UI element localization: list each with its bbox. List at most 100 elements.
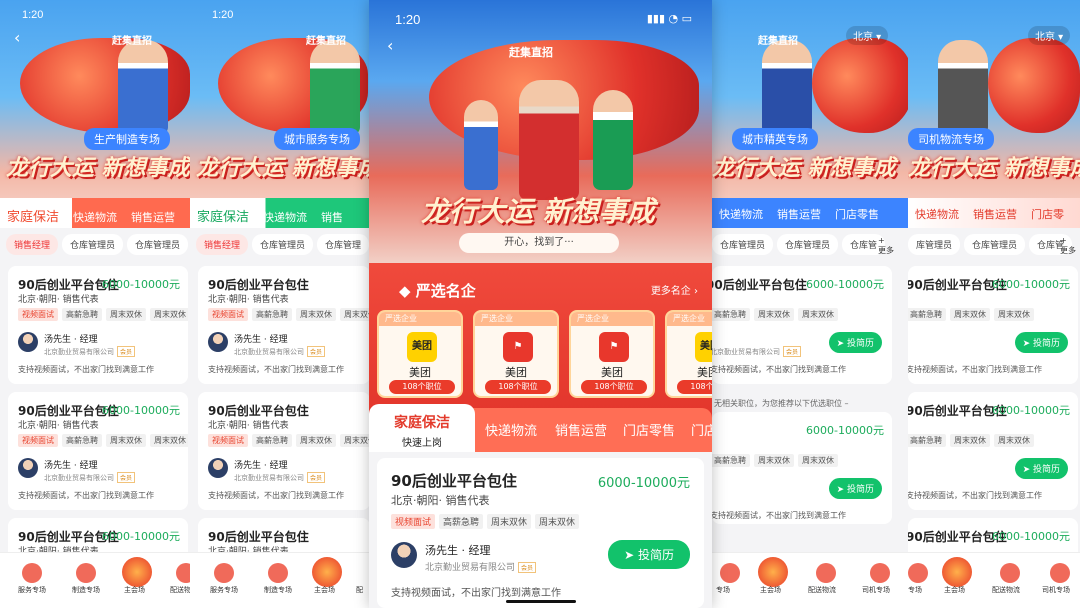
- tabbar-item[interactable]: 配送物流: [992, 585, 1020, 595]
- chip[interactable]: 仓库管理员: [712, 234, 774, 255]
- chip[interactable]: 仓库管理员: [252, 234, 314, 255]
- tab-housekeeping[interactable]: 家庭保洁: [0, 198, 67, 228]
- tab-express[interactable]: 快递物流: [66, 201, 124, 228]
- tabbar-item[interactable]: 专场: [716, 585, 730, 595]
- chip[interactable]: 仓库管理员: [127, 234, 189, 255]
- apply-button[interactable]: ➤ 投简历: [828, 332, 882, 353]
- chip[interactable]: 销售经理: [196, 234, 249, 255]
- more-companies-link[interactable]: 更多名企 ›: [651, 282, 698, 297]
- job-count: 108个职位: [389, 380, 455, 394]
- dragon-illustration: [988, 38, 1080, 133]
- tab-housekeeping[interactable]: 家庭保洁 快速上岗: [369, 404, 475, 452]
- tab-sales[interactable]: 销售运营: [770, 198, 828, 228]
- back-icon[interactable]: ‹: [387, 36, 393, 55]
- tabbar-item[interactable]: 配: [356, 585, 363, 595]
- tab-express[interactable]: 快递物流: [908, 198, 966, 228]
- tab-retail[interactable]: 门店零售: [828, 198, 886, 228]
- tab-retail[interactable]: 门店零售: [623, 420, 675, 439]
- back-icon[interactable]: ‹: [14, 28, 20, 47]
- vip-badge: 会员: [307, 346, 326, 357]
- company-card[interactable]: 严选企业 ⚑ 美团 108个职位: [473, 310, 559, 398]
- apply-button[interactable]: ➤ 投简历: [1014, 458, 1068, 479]
- job-salary: 6000-10000元: [992, 404, 1070, 417]
- tabbar-item[interactable]: 制造专场: [72, 585, 100, 595]
- tabbar-item[interactable]: 主会场: [760, 585, 781, 595]
- chip[interactable]: 仓库管理员: [62, 234, 124, 255]
- tabbar-item[interactable]: 主会场: [944, 585, 965, 595]
- job-card[interactable]: 90后创业平台包住 6000-10000元 高薪急聘 周末双休 周末双休 北京勤业贸易…: [712, 266, 892, 384]
- tab-store[interactable]: 门店: [691, 420, 712, 439]
- job-salary: 6000-10000元: [992, 530, 1070, 543]
- venue-icon: [720, 563, 740, 583]
- chip[interactable]: 仓库管理员: [964, 234, 1026, 255]
- tabbar-item[interactable]: 配送物流: [808, 585, 836, 595]
- slogan: 龙行大运 新想事成: [196, 155, 370, 181]
- tab-sales[interactable]: 销售运营: [966, 198, 1024, 228]
- more-filter-button[interactable]: + 更多: [878, 236, 894, 256]
- job-card[interactable]: 90后创业平台包住 6000-10000元 北京·朝阳· 销售代表 视频面试 高薪急…: [8, 266, 188, 384]
- apply-button[interactable]: ➤ 投简历: [828, 478, 882, 499]
- avatar: [208, 332, 228, 352]
- tabbar-item[interactable]: 服务专场: [18, 585, 46, 595]
- chip[interactable]: 库管理员: [908, 234, 961, 255]
- tabbar-item[interactable]: 主会场: [314, 585, 335, 595]
- tab-express[interactable]: 快递物流: [712, 198, 770, 228]
- tag: 周末双休: [994, 308, 1034, 321]
- company-card[interactable]: 严选企业 美团 美团 108个职位: [377, 310, 463, 398]
- tag: 高薪急聘: [439, 514, 484, 529]
- tabbar-item[interactable]: 配送物: [170, 585, 191, 595]
- worker-illustration: [118, 40, 168, 135]
- tab-express[interactable]: 快递物流: [256, 201, 314, 228]
- tabbar-item[interactable]: 主会场: [124, 585, 145, 595]
- job-card[interactable]: 90后创业平台包住 6000-10000元 北京·朝阳· 销售代表 视频面试 高薪急…: [8, 392, 188, 510]
- company-text: 北京勤业贸易有限公司: [234, 474, 304, 482]
- tabbar-item[interactable]: 制造专场: [264, 585, 292, 595]
- job-card[interactable]: 6000-10000元 高薪急聘 周末双休 周末双休 ➤ 投简历 支持视频面试，不出…: [712, 412, 892, 524]
- tag: 高薪急聘: [62, 434, 102, 447]
- job-card[interactable]: 90后创业平台包住 6000-10000元 高薪急聘 周末双休 周末双休 ➤ 投简历 …: [908, 392, 1078, 510]
- tab-retail[interactable]: 门店零: [1024, 198, 1071, 228]
- meituan-logo: 美团: [407, 332, 437, 362]
- job-card[interactable]: 90后创业平台包住 6000-10000元 北京·朝阳· 销售代表 视频面试 高薪急…: [377, 458, 704, 608]
- company-card[interactable]: 严选企业 ⚑ 美团 108个职位: [569, 310, 655, 398]
- main-venue-icon: [122, 557, 152, 587]
- recruiter-name: 汤先生 · 经理: [44, 461, 98, 471]
- status-bar: 1:20: [190, 0, 370, 30]
- slogan: 龙行大运 新想事成: [421, 195, 655, 228]
- vip-badge: 会员: [518, 562, 537, 573]
- tab-express[interactable]: 快递物流: [485, 420, 537, 439]
- company-name: 北京勤业贸易有限公司 会员: [425, 560, 537, 573]
- status-bar: 1:20 ▮▮▮ ◔ ▭: [369, 0, 712, 30]
- more-filter-button[interactable]: + 更多: [1060, 236, 1076, 256]
- tab-housekeeping[interactable]: 家庭保洁: [190, 198, 257, 228]
- brand-logo: 赶集直招: [509, 46, 553, 59]
- chip[interactable]: 仓库管理员: [777, 234, 839, 255]
- tag: 高薪急聘: [252, 434, 292, 447]
- job-card[interactable]: 90后创业平台包住 北京·朝阳· 销售代表 视频面试高薪急聘周末双休周末双休 汤…: [198, 392, 370, 510]
- apply-button[interactable]: ➤ 投简历: [608, 540, 690, 569]
- tab-label: 家庭保洁: [394, 415, 450, 431]
- video-note: 支持视频面试，不出家门找到满意工作: [18, 365, 154, 374]
- city-selector[interactable]: 北京 ▾: [1028, 26, 1071, 45]
- tab-sales[interactable]: 销售运营: [555, 420, 607, 439]
- chip[interactable]: 销售经理: [6, 234, 59, 255]
- tabbar-item[interactable]: 司机专场: [862, 585, 890, 595]
- driver-illustration: [938, 40, 988, 135]
- tabbar-item[interactable]: 专场: [908, 585, 922, 595]
- city-selector[interactable]: 北京 ▾: [846, 26, 889, 45]
- vip-badge: 会员: [783, 346, 802, 357]
- apply-label: 投简历: [1032, 465, 1060, 475]
- dragon-illustration: [812, 38, 912, 133]
- apply-button[interactable]: ➤ 投简历: [1014, 332, 1068, 353]
- category-tabs: 家庭保洁 快递物流 销售: [190, 198, 370, 228]
- job-card[interactable]: 90后创业平台包住 6000-10000元 高薪急聘 周末双休 周末双休 ➤ 投简历 …: [908, 266, 1078, 384]
- job-card[interactable]: 90后创业平台包住 北京·朝阳· 销售代表 视频面试高薪急聘周末双休周末双休 汤…: [198, 266, 370, 384]
- tabbar-item[interactable]: 服务专场: [210, 585, 238, 595]
- job-chips: 销售经理 仓库管理员 仓库管理员: [0, 234, 194, 258]
- tab-sales[interactable]: 销售运营: [124, 201, 182, 228]
- company-card[interactable]: 严选企业 美团 美团 108个职位: [665, 310, 712, 398]
- company-text: 北京勤业贸易有限公司: [234, 348, 304, 356]
- tabbar-item[interactable]: 司机专场: [1042, 585, 1070, 595]
- chip[interactable]: 仓库管理: [317, 234, 370, 255]
- tab-sales[interactable]: 销售: [314, 201, 350, 228]
